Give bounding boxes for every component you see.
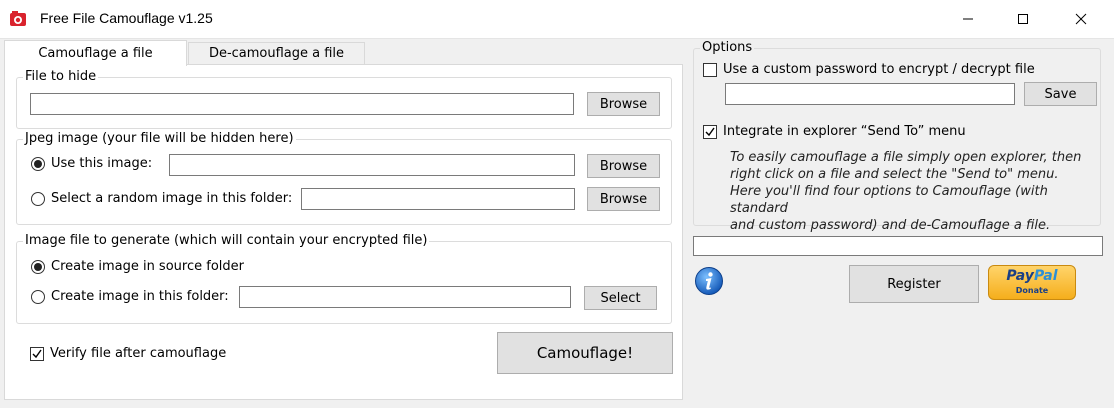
maximize-button[interactable] (1000, 0, 1046, 38)
help-line: To easily camouflage a file simply open … (730, 150, 1082, 165)
help-line: Here you'll find four options to Camoufl… (730, 184, 1048, 216)
paypal-pal-text: Pal (1033, 268, 1058, 284)
verify-label: Verify file after camouflage (50, 346, 227, 361)
window-title: Free File Camouflage v1.25 (40, 10, 213, 26)
file-to-hide-group: File to hide Browse (16, 69, 672, 129)
close-icon (1075, 13, 1087, 25)
integrate-label: Integrate in explorer “Send To” menu (723, 124, 966, 139)
checkmark-icon (705, 127, 715, 137)
options-group: Options Use a custom password to encrypt… (693, 40, 1101, 233)
app-icon (9, 10, 27, 28)
options-title: Options (700, 40, 755, 56)
generate-title: Image file to generate (which will conta… (23, 233, 430, 249)
image-browse-button[interactable]: Browse (587, 154, 660, 178)
help-line: and custom password) and de-Camouflage a… (730, 218, 1051, 233)
paypal-pay-text: Pay (1006, 268, 1034, 284)
custom-password-checkbox[interactable] (703, 63, 717, 77)
minimize-icon (963, 18, 973, 20)
status-field (693, 236, 1103, 256)
checkmark-icon (32, 349, 42, 359)
tab-decamouflage[interactable]: De-camouflage a file (188, 42, 365, 64)
use-image-radio[interactable] (31, 157, 45, 171)
camouflage-button[interactable]: Camouflage! (497, 332, 673, 374)
save-password-button[interactable]: Save (1024, 82, 1097, 106)
use-image-label: Use this image: (51, 156, 153, 171)
tab-camouflage[interactable]: Camouflage a file (4, 40, 187, 66)
use-image-input[interactable] (169, 154, 575, 176)
output-folder-input[interactable] (239, 286, 571, 308)
paypal-logo: PayPal (989, 268, 1075, 285)
jpeg-image-group: Jpeg image (your file will be hidden her… (16, 131, 672, 225)
verify-checkbox[interactable] (30, 347, 44, 361)
title-bar: Free File Camouflage v1.25 (0, 0, 1114, 39)
camouflage-panel: File to hide Browse Jpeg image (your fil… (4, 64, 683, 400)
file-browse-button[interactable]: Browse (587, 92, 660, 116)
donate-label: Donate (1015, 286, 1049, 295)
generate-group: Image file to generate (which will conta… (16, 233, 672, 324)
send-to-help-text: To easily camouflage a file simply open … (730, 149, 1100, 234)
this-folder-label: Create image in this folder: (51, 289, 229, 304)
source-folder-label: Create image in source folder (51, 259, 244, 274)
select-folder-button[interactable]: Select (584, 286, 657, 310)
password-input[interactable] (725, 83, 1015, 105)
minimize-button[interactable] (945, 0, 991, 38)
this-folder-radio[interactable] (31, 290, 45, 304)
random-image-label: Select a random image in this folder: (51, 191, 293, 206)
help-line: right click on a file and select the "Se… (730, 167, 1059, 182)
info-icon[interactable] (694, 266, 724, 296)
close-button[interactable] (1058, 0, 1104, 38)
integrate-checkbox[interactable] (703, 125, 717, 139)
file-to-hide-title: File to hide (23, 69, 99, 85)
folder-browse-button[interactable]: Browse (587, 187, 660, 211)
random-folder-input[interactable] (301, 188, 575, 210)
paypal-donate-button[interactable]: PayPal Donate (988, 265, 1076, 300)
custom-password-label: Use a custom password to encrypt / decry… (723, 62, 1035, 77)
maximize-icon (1018, 14, 1028, 24)
jpeg-image-title: Jpeg image (your file will be hidden her… (23, 131, 296, 147)
random-image-radio[interactable] (31, 192, 45, 206)
register-button[interactable]: Register (849, 265, 979, 303)
source-folder-radio[interactable] (31, 260, 45, 274)
file-to-hide-input[interactable] (30, 93, 574, 115)
